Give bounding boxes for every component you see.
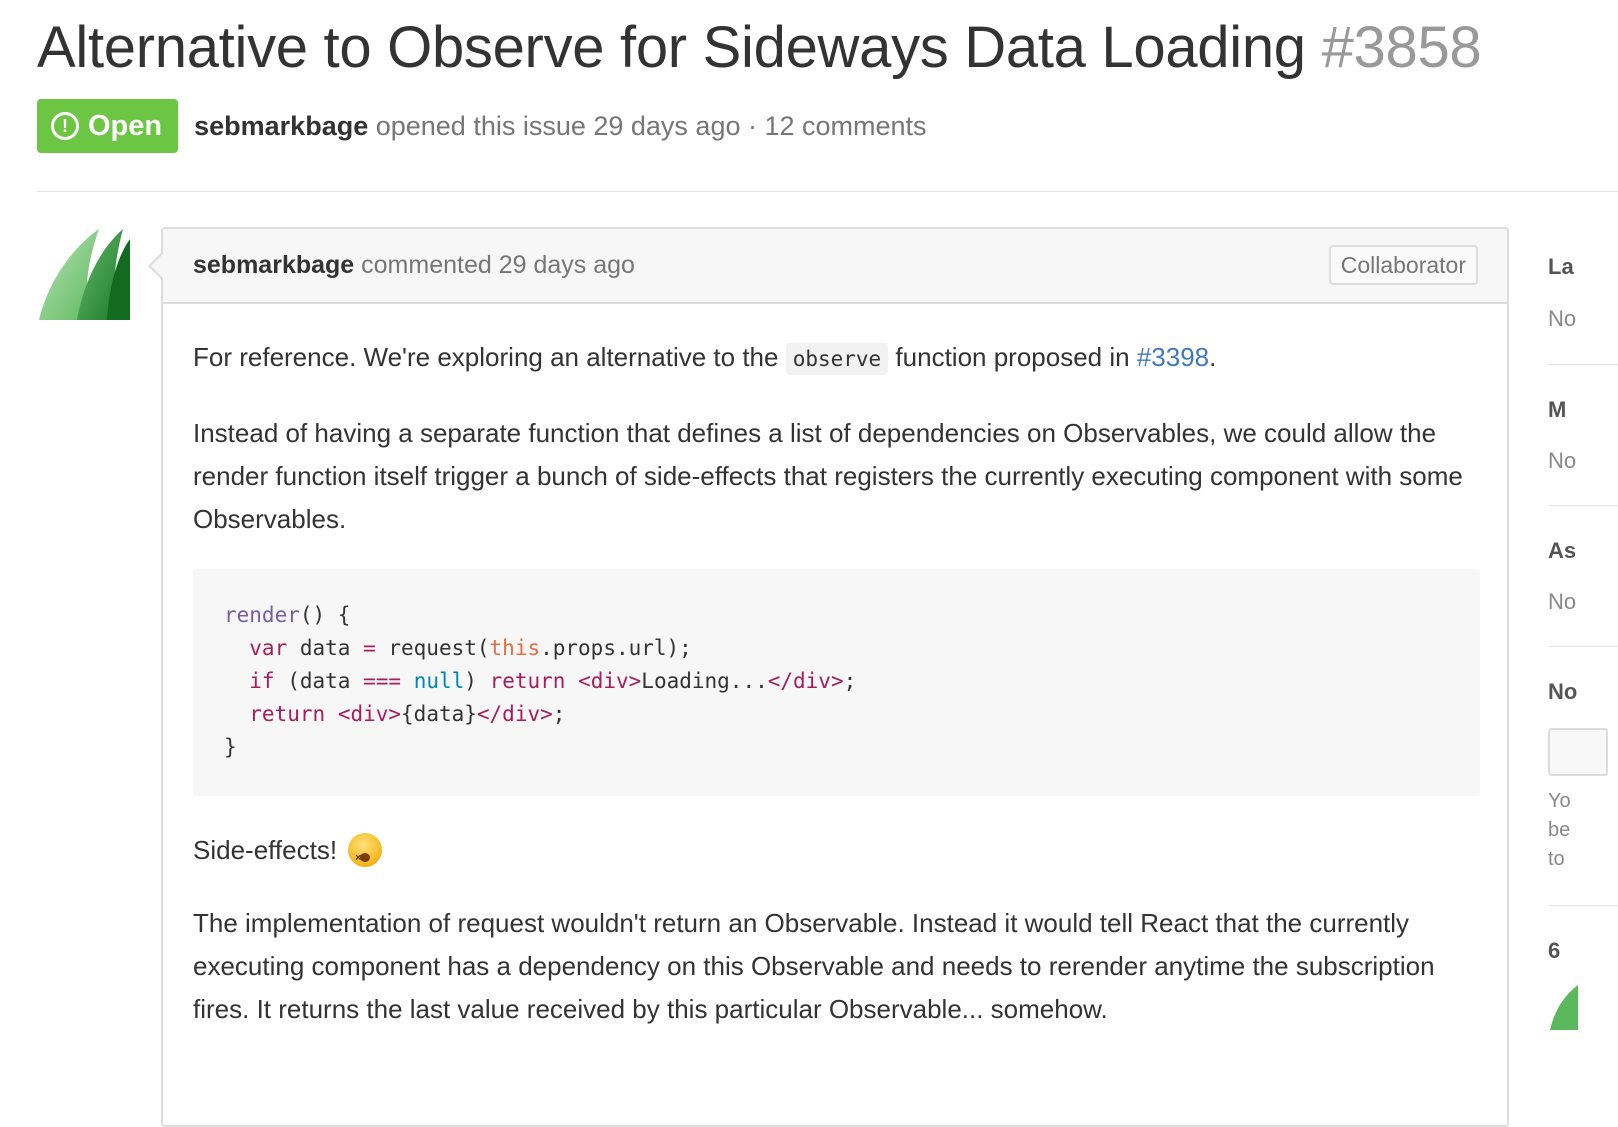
code-token: request( bbox=[375, 636, 490, 660]
code-token: var bbox=[224, 636, 288, 660]
code-line-2: var data = request(this.props.url); bbox=[224, 632, 1449, 665]
sidebar-notif-line-3: to bbox=[1548, 848, 1565, 870]
issue-meta-text: sebmarkbage opened this issue 29 days ag… bbox=[194, 111, 926, 142]
sidebar-divider bbox=[1548, 646, 1618, 647]
code-token: if bbox=[224, 669, 275, 693]
comment-paragraph-3: Side-effects! ×× bbox=[193, 832, 383, 868]
p1-text-end: . bbox=[1209, 342, 1217, 372]
code-token: </div> bbox=[476, 702, 553, 726]
issue-link-3398[interactable]: #3398 bbox=[1137, 342, 1209, 372]
code-token: {data} bbox=[401, 702, 477, 726]
sidebar-labels-value: No bbox=[1548, 306, 1577, 331]
collaborator-badge: Collaborator bbox=[1328, 245, 1478, 285]
author-avatar[interactable] bbox=[37, 227, 130, 320]
dizzy-face-emoji-icon: ×× bbox=[348, 833, 383, 867]
code-token: ; bbox=[843, 669, 857, 693]
code-line-3: if (data === null) return <div>Loading..… bbox=[224, 665, 1449, 698]
p1-text: For reference. We're exploring an altern… bbox=[193, 342, 786, 372]
inline-code-observe: observe bbox=[785, 343, 889, 375]
code-token: null bbox=[413, 669, 465, 693]
comment-paragraph-1: For reference. We're exploring an altern… bbox=[193, 339, 1216, 377]
comment-caret-inner bbox=[151, 254, 163, 278]
code-token: .props.url); bbox=[540, 636, 692, 660]
issue-title: Alternative to Observe for Sideways Data… bbox=[37, 14, 1482, 81]
comment-meta: sebmarkbage commented 29 days ago bbox=[193, 251, 635, 280]
code-line-1: render() { bbox=[224, 599, 1449, 632]
issue-number: #3858 bbox=[1321, 15, 1482, 80]
comment-time[interactable]: commented 29 days ago bbox=[354, 251, 635, 279]
sidebar-divider bbox=[1548, 505, 1618, 506]
sidebar-notif-line-2: be bbox=[1548, 819, 1571, 841]
sidebar-divider bbox=[1548, 364, 1618, 365]
sidebar-labels-title[interactable]: La bbox=[1548, 254, 1574, 280]
comment-box: sebmarkbage commented 29 days ago Collab… bbox=[161, 227, 1509, 1127]
code-token: return bbox=[489, 669, 566, 693]
code-token: (data bbox=[274, 669, 364, 693]
comment-paragraph-2: Instead of having a separate function th… bbox=[193, 418, 1463, 534]
issue-opened-text: opened this issue 29 days ago · 12 comme… bbox=[368, 110, 927, 141]
issue-title-text: Alternative to Observe for Sideways Data… bbox=[37, 15, 1306, 80]
code-line-4: return <div>{data}</div>; bbox=[224, 698, 1449, 731]
code-token: ; bbox=[552, 702, 566, 726]
issue-state-label: Open bbox=[88, 109, 163, 142]
issue-state-badge: ! Open bbox=[37, 99, 179, 153]
code-token: () { bbox=[299, 603, 351, 627]
sidebar-assignee-title[interactable]: As bbox=[1548, 538, 1576, 564]
sidebar-assignee-value: No bbox=[1548, 589, 1577, 614]
subscribe-button[interactable] bbox=[1548, 728, 1608, 776]
code-token: <div> bbox=[578, 669, 642, 693]
comment-paragraph-4: The implementation of request wouldn't r… bbox=[193, 908, 1435, 1024]
issue-meta: ! Open sebmarkbage opened this issue 29 … bbox=[37, 99, 927, 153]
code-token: === bbox=[363, 669, 402, 693]
code-token: = bbox=[363, 636, 376, 660]
discussion-sidebar: La No M No As No No Yo be to 6 bbox=[1548, 0, 1618, 1084]
code-token: this bbox=[489, 636, 541, 660]
comment-author-link[interactable]: sebmarkbage bbox=[193, 251, 354, 279]
comment-header: sebmarkbage commented 29 days ago Collab… bbox=[163, 229, 1507, 304]
code-token: ) bbox=[464, 669, 490, 693]
sidebar-participants-title: 6 bbox=[1548, 938, 1561, 963]
sidebar-milestone-value: No bbox=[1548, 448, 1577, 473]
p3-text: Side-effects! bbox=[193, 835, 338, 865]
code-token: Loading... bbox=[641, 669, 768, 693]
participant-avatar-icon[interactable] bbox=[1548, 985, 1578, 1030]
sidebar-notifications-title: No bbox=[1548, 679, 1578, 704]
header-divider bbox=[37, 191, 1618, 192]
sidebar-notif-line-1: Yo bbox=[1548, 790, 1571, 812]
p1-text-middle: function proposed in bbox=[888, 342, 1137, 372]
code-token: data bbox=[287, 636, 364, 660]
code-block: render() { var data = request(this.props… bbox=[193, 569, 1480, 796]
issue-opened-icon: ! bbox=[51, 112, 79, 140]
code-token: render bbox=[224, 603, 300, 627]
sidebar-milestone-title[interactable]: M bbox=[1548, 397, 1566, 423]
code-token: <div> bbox=[337, 702, 402, 726]
code-token: return bbox=[224, 702, 326, 726]
sidebar-divider bbox=[1548, 905, 1618, 906]
issue-author-link[interactable]: sebmarkbage bbox=[194, 111, 368, 141]
code-token: </div> bbox=[767, 669, 844, 693]
code-line-5: } bbox=[224, 735, 237, 759]
